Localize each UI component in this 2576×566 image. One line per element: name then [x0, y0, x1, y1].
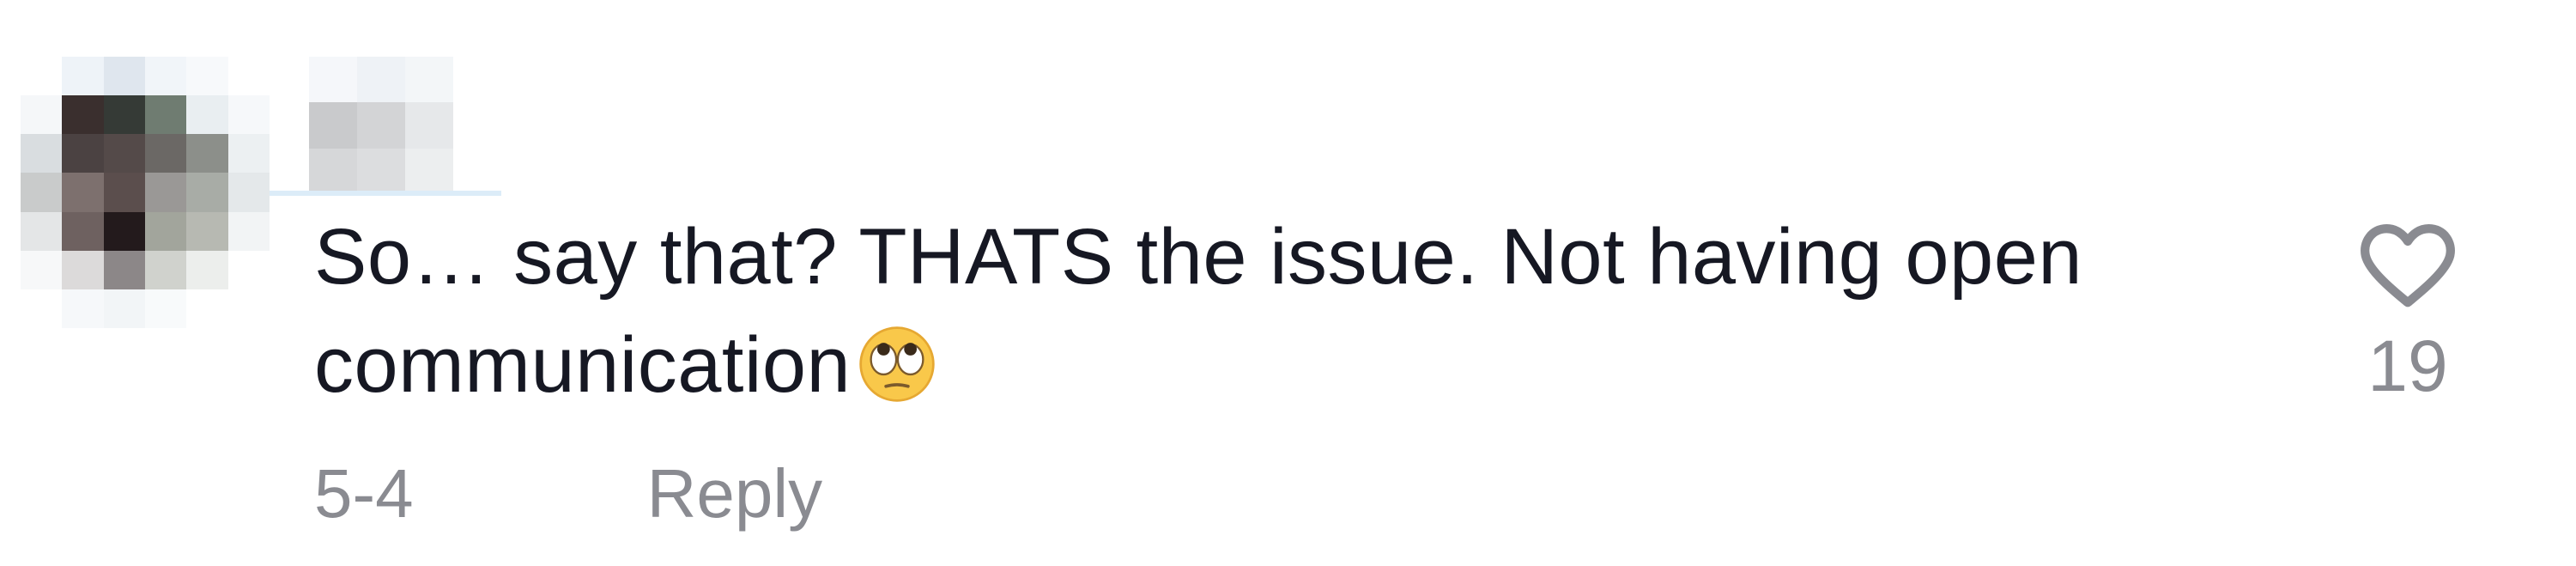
- like-count: 19: [2367, 326, 2448, 406]
- like-button[interactable]: 19: [2343, 220, 2472, 426]
- avatar-pixel: [227, 57, 270, 96]
- avatar-pixel: [186, 250, 228, 289]
- comment-meta: 5-4 Reply: [314, 455, 822, 533]
- avatar-pixel: [186, 289, 228, 328]
- avatar-pixel: [103, 57, 145, 96]
- username-pixelated[interactable]: [309, 57, 501, 194]
- avatar-pixel: [227, 211, 270, 251]
- avatar-pixel: [62, 134, 104, 173]
- avatar-pixel: [227, 173, 270, 212]
- username-pixel: [453, 102, 501, 149]
- avatar-pixel: [21, 289, 63, 328]
- username-underline: [270, 191, 501, 196]
- avatar-pixel: [186, 134, 228, 173]
- avatar-pixel: [144, 289, 187, 328]
- avatar-pixel: [186, 95, 228, 135]
- avatar[interactable]: [21, 57, 270, 328]
- avatar-pixel: [21, 211, 63, 251]
- username-pixel: [357, 57, 405, 103]
- avatar-pixel: [21, 95, 63, 135]
- avatar-pixel: [62, 211, 104, 251]
- avatar-pixel: [144, 134, 187, 173]
- avatar-pixel: [144, 211, 187, 251]
- username-pixel: [405, 57, 453, 103]
- avatar-pixel: [21, 173, 63, 212]
- username-pixel: [309, 102, 357, 149]
- username-pixel: [405, 102, 453, 149]
- avatar-pixel: [62, 173, 104, 212]
- avatar-pixel: [62, 250, 104, 289]
- avatar-pixel: [103, 289, 145, 328]
- avatar-pixel: [62, 57, 104, 96]
- avatar-pixel: [227, 250, 270, 289]
- username-pixel: [357, 102, 405, 149]
- heart-outline-icon[interactable]: [2357, 220, 2458, 309]
- comment-date: 5-4: [314, 455, 414, 532]
- avatar-pixel: [227, 289, 270, 328]
- avatar-pixel: [21, 250, 63, 289]
- username-pixel: [453, 148, 501, 194]
- reply-button[interactable]: Reply: [647, 454, 823, 533]
- username-pixel: [357, 148, 405, 194]
- username-pixel: [453, 57, 501, 103]
- comment-text: So… say that? THATS the issue. Not havin…: [314, 203, 2203, 419]
- avatar-pixel: [103, 211, 145, 251]
- username-pixel: [405, 148, 453, 194]
- comment-item: So… say that? THATS the issue. Not havin…: [0, 0, 2576, 566]
- avatar-pixel: [21, 134, 63, 173]
- username-pixel: [309, 148, 357, 194]
- avatar-pixel: [144, 57, 187, 96]
- rolling-eyes-emoji: [858, 323, 936, 402]
- comment-body: So… say that? THATS the issue. Not havin…: [314, 213, 2083, 409]
- avatar-pixel: [103, 134, 145, 173]
- avatar-pixel: [103, 173, 145, 212]
- avatar-pixel: [103, 250, 145, 289]
- avatar-pixel: [62, 95, 104, 135]
- avatar-pixel: [186, 211, 228, 251]
- avatar-pixel: [21, 57, 63, 96]
- username-pixel: [309, 57, 357, 103]
- avatar-pixel: [144, 250, 187, 289]
- avatar-pixel: [62, 289, 104, 328]
- avatar-pixel: [144, 95, 187, 135]
- avatar-pixel: [227, 134, 270, 173]
- avatar-pixel: [103, 95, 145, 135]
- avatar-pixel: [186, 57, 228, 96]
- avatar-pixel: [227, 95, 270, 135]
- avatar-pixel: [186, 173, 228, 212]
- avatar-pixel: [144, 173, 187, 212]
